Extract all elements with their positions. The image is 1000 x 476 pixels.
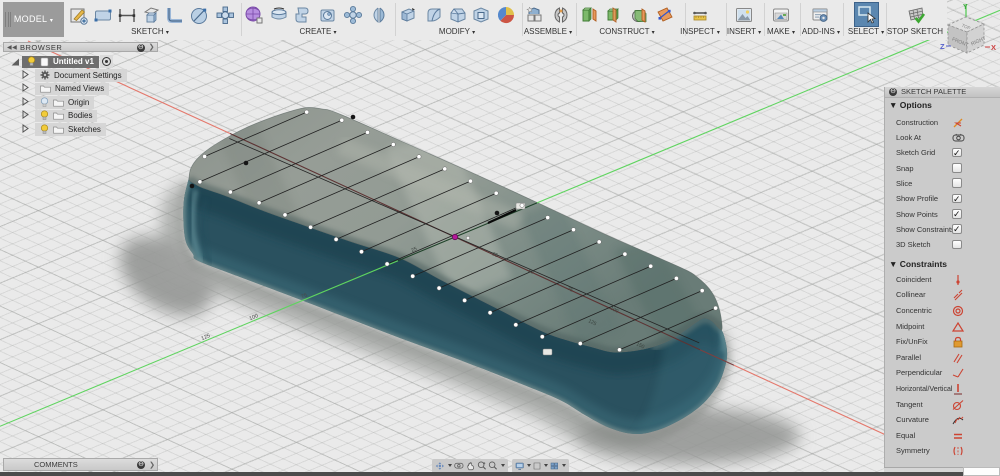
svg-text:100: 100 (248, 313, 259, 322)
svg-text:Y: Y (963, 4, 968, 11)
svg-text:X: X (991, 43, 996, 52)
svg-text:125: 125 (200, 333, 211, 342)
svg-text:Z: Z (940, 42, 945, 51)
